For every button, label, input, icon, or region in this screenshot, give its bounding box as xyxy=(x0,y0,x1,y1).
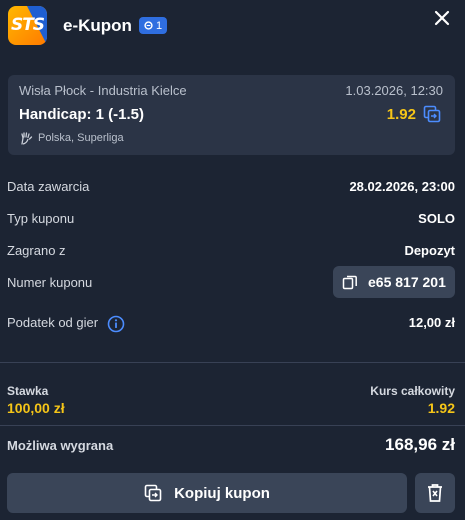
copy-coupon-label: Kopiuj kupon xyxy=(174,484,270,502)
event-league: Polska, Superliga xyxy=(38,132,124,144)
page-title: e-Kupon xyxy=(63,16,132,35)
detail-label-type: Typ kuponu xyxy=(7,211,75,226)
detail-value-type: SOLO xyxy=(418,211,455,226)
selections-count-badge: 1 xyxy=(139,17,168,34)
close-icon xyxy=(434,10,450,26)
detail-label-tax: Podatek od gier xyxy=(7,315,99,330)
selection-icon xyxy=(144,21,153,30)
info-icon[interactable] xyxy=(107,315,125,333)
possible-win-value: 168,96 zł xyxy=(385,435,455,454)
detail-value-source: Depozyt xyxy=(404,243,455,258)
delete-button[interactable] xyxy=(415,473,455,513)
divider xyxy=(0,425,465,426)
stake-label: Stawka xyxy=(7,384,49,398)
event-date: 1.03.2026, 12:30 xyxy=(345,83,443,98)
handball-icon xyxy=(21,132,33,145)
possible-win-label: Możliwa wygrana xyxy=(7,438,114,453)
header: STS e-Kupon 1 xyxy=(0,0,465,54)
detail-label-date: Data zawarcia xyxy=(7,179,90,194)
total-odds-value: 1.92 xyxy=(427,400,455,416)
event-teams: Wisła Płock - Industria Kielce xyxy=(19,83,187,98)
detail-label-ticket-number: Numer kuponu xyxy=(7,275,93,290)
detail-value-date: 28.02.2026, 23:00 xyxy=(349,179,455,194)
ticket-number: e65 817 201 xyxy=(368,274,446,290)
close-button[interactable] xyxy=(430,6,454,30)
sts-logo: STS xyxy=(8,6,47,45)
ticket-number-copy-button[interactable]: e65 817 201 xyxy=(333,266,455,298)
event-odds: 1.92 xyxy=(386,106,416,123)
trash-icon xyxy=(428,484,442,502)
event-card: Wisła Płock - Industria Kielce 1.03.2026… xyxy=(8,75,455,155)
odds-change-icon[interactable] xyxy=(423,105,441,123)
logo-text: STS xyxy=(10,15,45,35)
copy-coupon-button[interactable]: Kopiuj kupon xyxy=(7,473,407,513)
copy-coupon-icon xyxy=(144,484,162,502)
bet-selection: Handicap: 1 (-1.5) xyxy=(19,106,145,123)
stake-value: 100,00 zł xyxy=(7,400,65,416)
detail-label-source: Zagrano z xyxy=(7,243,66,258)
copy-icon xyxy=(342,275,357,290)
selections-count: 1 xyxy=(156,19,163,32)
detail-value-tax: 12,00 zł xyxy=(408,315,455,330)
divider xyxy=(0,362,465,363)
total-odds-label: Kurs całkowity xyxy=(370,384,455,398)
